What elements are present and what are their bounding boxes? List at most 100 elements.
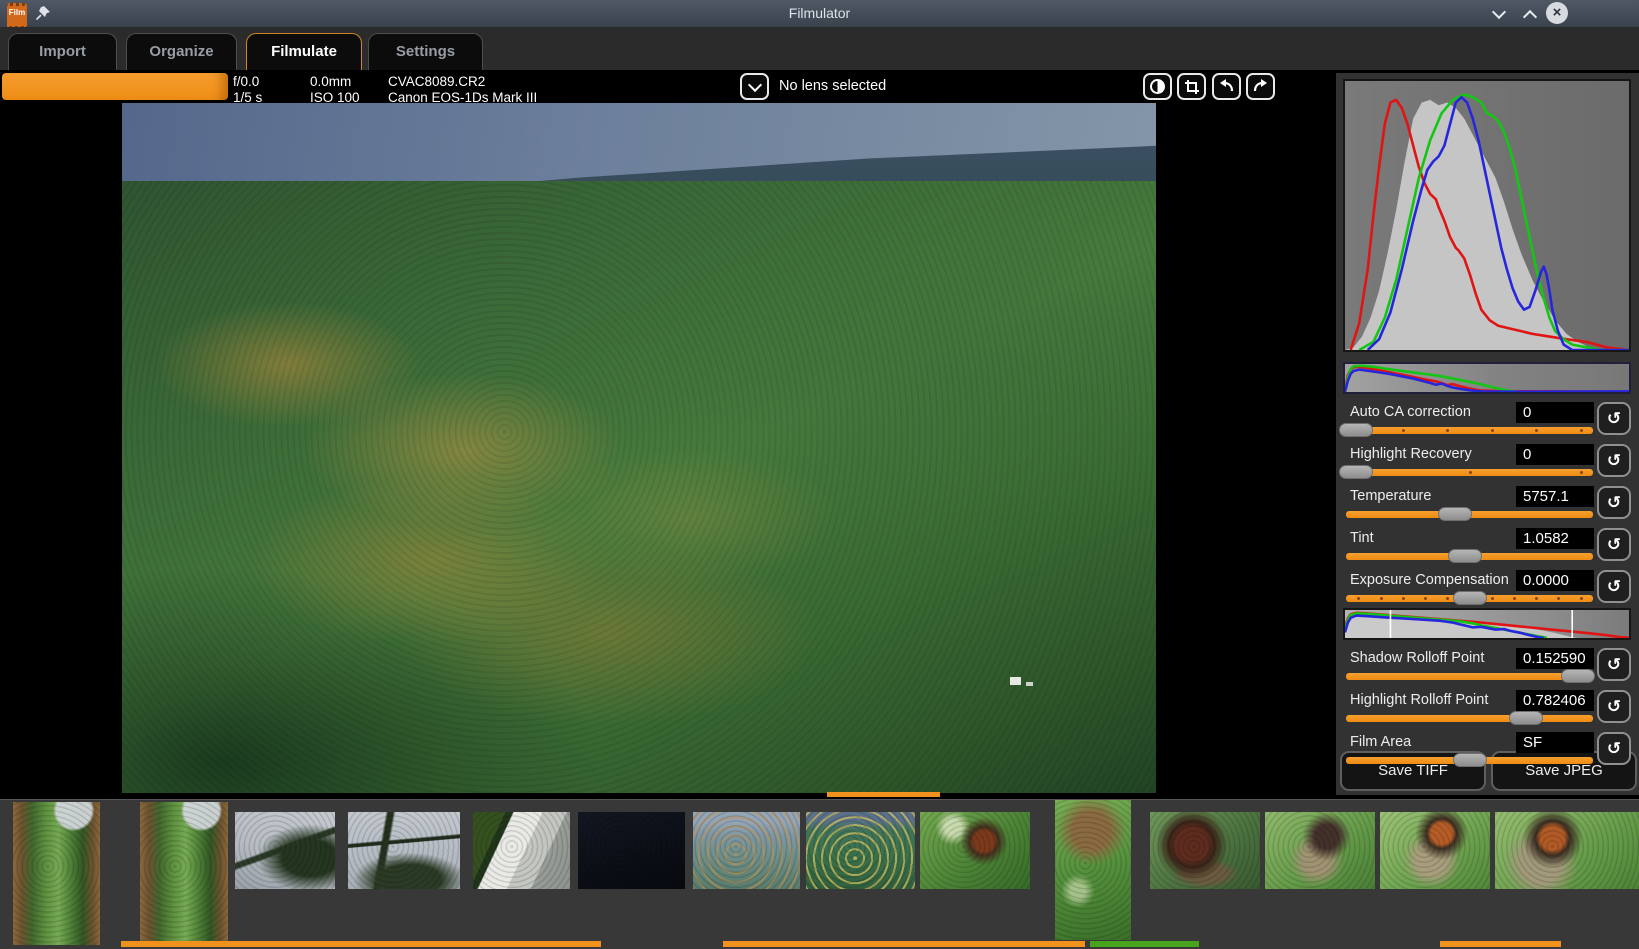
window-title: Filmulator <box>0 5 1639 21</box>
slider-value-top-1[interactable]: 0 <box>1516 444 1594 465</box>
photo-white-house <box>1010 677 1021 685</box>
slider-tick <box>1557 597 1560 600</box>
selection-bar-1 <box>723 941 1085 947</box>
slider-track-top-1[interactable] <box>1346 469 1593 476</box>
thumbnail-robin-chicks-2[interactable] <box>1380 812 1490 889</box>
reset-button-bottom-0[interactable]: ↺ <box>1597 648 1631 681</box>
thumbnail-dark-forest[interactable] <box>578 812 685 889</box>
slider-track-bottom-0[interactable] <box>1346 673 1593 680</box>
slider-handle-top-2[interactable] <box>1438 507 1472 521</box>
slider-value-top-0[interactable]: 0 <box>1516 402 1594 423</box>
slider-handle-bottom-2[interactable] <box>1453 753 1487 767</box>
slider-tick <box>1402 597 1405 600</box>
slider-track-bottom-1[interactable] <box>1346 715 1593 722</box>
slider-handle-top-3[interactable] <box>1448 549 1482 563</box>
main-image-canvas[interactable] <box>122 103 1156 793</box>
slider-tick <box>1491 597 1494 600</box>
slider-tick <box>1580 471 1583 474</box>
reset-button-bottom-1[interactable]: ↺ <box>1597 690 1631 723</box>
slider-track-top-3[interactable] <box>1346 553 1593 560</box>
crop-icon <box>1184 79 1200 95</box>
slider-handle-top-1[interactable] <box>1339 465 1373 479</box>
exif-focal-iso: 0.0mm ISO 100 <box>310 74 360 106</box>
slider-value-bottom-0[interactable]: 0.152590 <box>1516 648 1594 669</box>
thumbnail-robin-chicks-1[interactable] <box>1265 812 1375 889</box>
tab-settings[interactable]: Settings <box>368 33 483 70</box>
histogram-prefilm <box>1343 79 1631 352</box>
reset-button-bottom-2[interactable]: ↺ <box>1597 732 1631 765</box>
minimize-button[interactable] <box>1489 6 1509 22</box>
thumbnail-branch-sky-2[interactable] <box>348 812 460 889</box>
filmstrip <box>0 800 1639 949</box>
thumbnail-nest-portrait[interactable] <box>1055 800 1131 940</box>
slider-value-top-4[interactable]: 0.0000 <box>1516 570 1594 591</box>
exif-aperture-shutter: f/0.0 1/5 s <box>233 74 262 106</box>
image-scroll-indicator[interactable] <box>827 792 940 797</box>
rotate-right-button[interactable] <box>1246 73 1275 100</box>
thumbnail-robin-dark[interactable] <box>1150 812 1260 889</box>
slider-track-top-4[interactable] <box>1346 595 1593 602</box>
contrast-button[interactable] <box>1143 73 1172 100</box>
slider-label-bottom-0: Shadow Rolloff Point <box>1350 650 1484 666</box>
slider-handle-bottom-1[interactable] <box>1509 711 1543 725</box>
hist-main-plot <box>1345 81 1629 350</box>
slider-tick <box>1491 429 1494 432</box>
thumbnail-robin-in-tree[interactable] <box>920 812 1030 889</box>
slider-tick <box>1424 597 1427 600</box>
reset-button-top-1[interactable]: ↺ <box>1597 444 1631 477</box>
slider-track-top-2[interactable] <box>1346 511 1593 518</box>
slider-tick <box>1446 597 1449 600</box>
slider-label-top-1: Highlight Recovery <box>1350 446 1472 462</box>
crop-button[interactable] <box>1177 73 1206 100</box>
thumbnail-hazy-hillside[interactable] <box>693 812 800 889</box>
contrast-icon <box>1150 79 1165 94</box>
slider-label-top-4: Exposure Compensation <box>1350 572 1509 588</box>
selection-bar-3 <box>1440 941 1561 947</box>
filmulation-progress-bar <box>2 73 228 100</box>
close-button[interactable]: × <box>1546 2 1568 24</box>
slider-value-top-2[interactable]: 5757.1 <box>1516 486 1594 507</box>
reset-button-top-4[interactable]: ↺ <box>1597 570 1631 603</box>
reset-button-top-3[interactable]: ↺ <box>1597 528 1631 561</box>
slider-handle-top-4[interactable] <box>1453 591 1487 605</box>
tab-import[interactable]: Import <box>8 33 117 70</box>
histogram-raw <box>1343 362 1631 394</box>
tab-filmulate[interactable]: Filmulate <box>246 33 362 70</box>
slider-label-bottom-1: Highlight Rolloff Point <box>1350 692 1488 708</box>
thumbnail-garden-bed-2[interactable] <box>140 802 228 945</box>
slider-handle-top-0[interactable] <box>1339 423 1373 437</box>
thumbnail-garden-bed-1[interactable] <box>13 802 100 945</box>
slider-tick <box>1535 429 1538 432</box>
slider-label-bottom-2: Film Area <box>1350 734 1411 750</box>
edit-tools-panel: Save TIFF Save JPEG Auto CA correction0↺… <box>1336 73 1639 795</box>
rotate-left-icon <box>1218 79 1235 94</box>
thumbnail-flowering-hill[interactable] <box>806 812 915 889</box>
slider-tick <box>1535 597 1538 600</box>
slider-handle-bottom-0[interactable] <box>1561 669 1595 683</box>
maximize-button[interactable] <box>1520 6 1540 22</box>
rotate-left-button[interactable] <box>1212 73 1241 100</box>
histogram-postfilm <box>1343 608 1631 640</box>
lens-selection-label: No lens selected <box>779 78 886 94</box>
photo-forest-hillside <box>122 181 1156 793</box>
reset-button-top-2[interactable]: ↺ <box>1597 486 1631 519</box>
thumbnail-branch-sky-1[interactable] <box>235 812 335 889</box>
tab-organize[interactable]: Organize <box>126 33 237 70</box>
thumbnail-robin-chicks-3[interactable] <box>1495 812 1639 889</box>
slider-value-bottom-2[interactable]: SF <box>1516 732 1594 753</box>
slider-label-top-2: Temperature <box>1350 488 1431 504</box>
lens-dropdown-button[interactable] <box>740 73 769 100</box>
reset-button-top-0[interactable]: ↺ <box>1597 402 1631 435</box>
slider-value-top-3[interactable]: 1.0582 <box>1516 528 1594 549</box>
selection-bar-0 <box>121 941 601 947</box>
thumbnail-house-eave[interactable] <box>473 812 570 889</box>
slider-tick <box>1469 471 1472 474</box>
rotate-right-icon <box>1252 79 1269 94</box>
slider-track-top-0[interactable] <box>1346 427 1593 434</box>
slider-tick <box>1380 597 1383 600</box>
slider-tick <box>1446 429 1449 432</box>
slider-label-top-0: Auto CA correction <box>1350 404 1471 420</box>
slider-track-bottom-2[interactable] <box>1346 757 1593 764</box>
hist-out-plot <box>1345 610 1629 638</box>
slider-value-bottom-1[interactable]: 0.782406 <box>1516 690 1594 711</box>
